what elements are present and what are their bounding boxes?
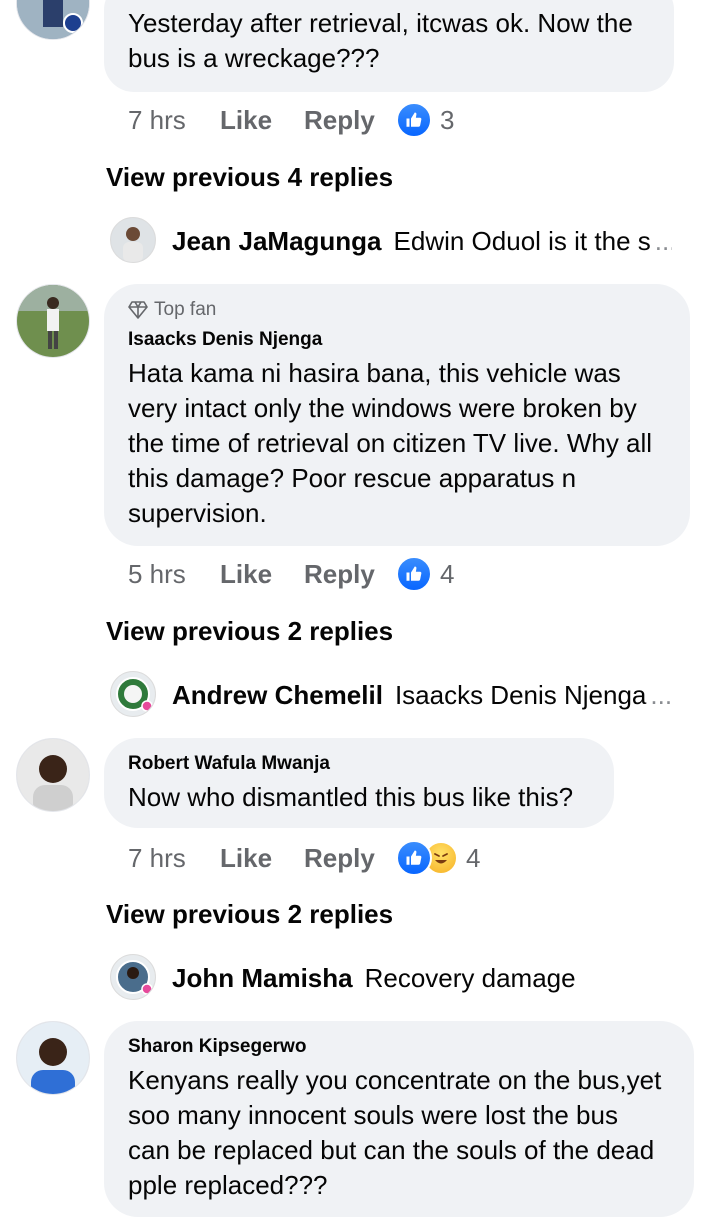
comment-bubble: Top fan Isaacks Denis Njenga Hata kama n… — [104, 284, 690, 546]
commenter-avatar[interactable] — [16, 738, 90, 812]
comment-text-line: soo many innocent souls were lost the bu… — [128, 1100, 618, 1130]
view-previous-replies-link[interactable]: View previous 2 replies — [106, 899, 393, 930]
comment-text-line: pple replaced??? — [128, 1170, 328, 1200]
comment-text-line: very intact only the windows were broken… — [128, 393, 637, 423]
top-fan-badge: Top fan — [128, 298, 666, 322]
reaction-summary[interactable]: 3 — [396, 102, 454, 138]
like-button[interactable]: Like — [220, 843, 304, 874]
comment-text-line: Yesterday after retrieval, itcwas ok. No… — [128, 8, 633, 38]
comment-text-line: supervision. — [128, 498, 267, 528]
comment-actions: 5 hrs Like Reply 4 — [128, 554, 454, 594]
like-reaction-icon — [396, 556, 432, 592]
reaction-summary[interactable]: 4 — [396, 556, 454, 592]
reply-button[interactable]: Reply — [304, 559, 396, 590]
reply-text: Recovery damage — [364, 963, 576, 993]
comment-timestamp[interactable]: 7 hrs — [128, 105, 220, 136]
comment-text-line: the time of retrieval on citizen TV live… — [128, 428, 653, 458]
comment-text-line: Kenyans really you concentrate on the bu… — [128, 1065, 662, 1095]
comment-actions: 7 hrs Like Reply 3 — [128, 100, 454, 140]
comment-author[interactable]: Sharon Kipsegerwo — [128, 1035, 670, 1059]
comment-text-line: can be replaced but can the souls of the… — [128, 1135, 655, 1165]
reaction-count: 4 — [440, 558, 455, 589]
comment-text-line: Hata kama ni hasira bana, this vehicle w… — [128, 358, 621, 388]
reply-preview[interactable]: Jean JaMagunga Edwin Oduol is it the s .… — [172, 226, 672, 257]
reply-avatar[interactable] — [110, 671, 156, 717]
comment-bubble: Robert Wafula Mwanja Now who dismantled … — [104, 738, 614, 828]
like-button[interactable]: Like — [220, 559, 304, 590]
reaction-count: 3 — [440, 104, 455, 135]
diamond-icon — [128, 301, 148, 319]
comment-timestamp[interactable]: 5 hrs — [128, 559, 220, 590]
comment-text-line: this damage? Poor rescue apparatus n — [128, 463, 577, 493]
like-reaction-icon — [396, 102, 432, 138]
commenter-avatar[interactable] — [16, 0, 90, 40]
comment-bubble: Sharon Kipsegerwo Kenyans really you con… — [104, 1021, 694, 1217]
comment-bubble: Yesterday after retrieval, itcwas ok. No… — [104, 0, 674, 92]
reply-ellipsis: ... — [650, 680, 672, 710]
comment-author[interactable]: Isaacks Denis Njenga — [128, 328, 666, 352]
reply-text: Isaacks Denis Njenga — [394, 680, 647, 710]
commenter-avatar[interactable] — [16, 284, 90, 358]
reply-button[interactable]: Reply — [304, 843, 396, 874]
reaction-summary[interactable]: 4 — [396, 840, 480, 876]
like-reaction-icon — [396, 840, 432, 876]
reply-preview[interactable]: John Mamisha Recovery damage — [172, 963, 672, 994]
badge-label: Top fan — [154, 299, 217, 320]
reply-avatar[interactable] — [110, 217, 156, 263]
comment-timestamp[interactable]: 7 hrs — [128, 843, 220, 874]
view-previous-replies-link[interactable]: View previous 4 replies — [106, 162, 393, 193]
reply-author[interactable]: Jean JaMagunga — [172, 226, 382, 257]
comment-actions: 7 hrs Like Reply 4 — [128, 838, 480, 878]
comment-text-line: bus is a wreckage??? — [128, 43, 380, 73]
like-button[interactable]: Like — [220, 105, 304, 136]
reaction-count: 4 — [466, 842, 481, 873]
comment-text-line: Now who dismantled this bus like this? — [128, 782, 574, 812]
reply-author[interactable]: Andrew Chemelil — [172, 680, 383, 711]
reply-text: Edwin Oduol is it the s — [393, 226, 651, 256]
view-previous-replies-link[interactable]: View previous 2 replies — [106, 616, 393, 647]
reply-button[interactable]: Reply — [304, 105, 396, 136]
reply-preview[interactable]: Andrew Chemelil Isaacks Denis Njenga ... — [172, 680, 672, 711]
reply-avatar[interactable] — [110, 954, 156, 1000]
commenter-avatar[interactable] — [16, 1021, 90, 1095]
reply-ellipsis: ... — [654, 226, 672, 256]
reply-author[interactable]: John Mamisha — [172, 963, 353, 994]
comment-author[interactable]: Robert Wafula Mwanja — [128, 752, 590, 776]
